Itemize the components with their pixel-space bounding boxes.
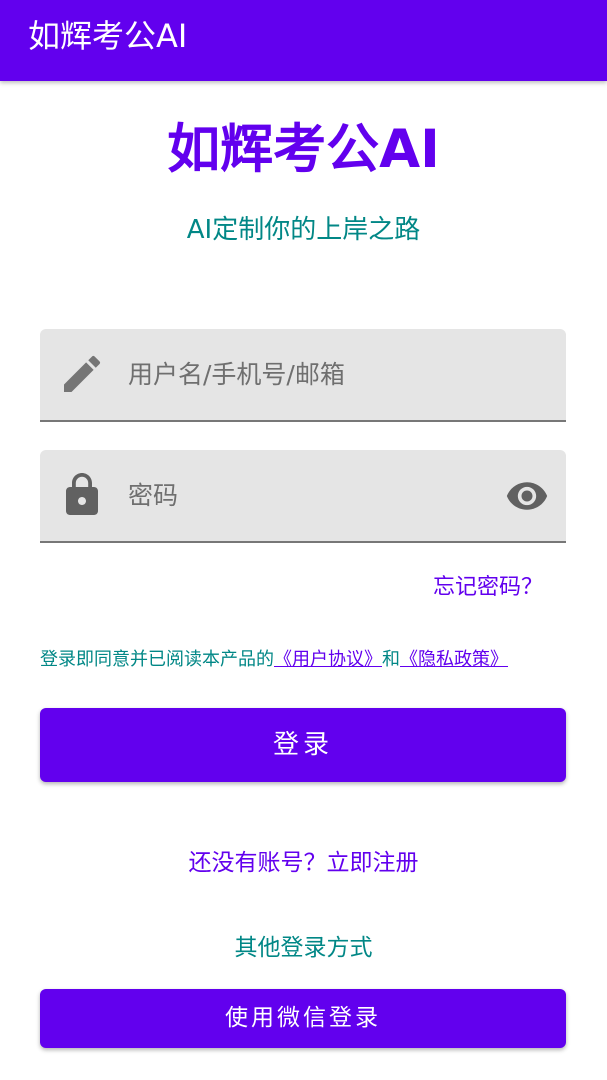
login-button[interactable]: 登录 xyxy=(40,708,566,782)
lock-icon xyxy=(66,473,98,515)
app-subtitle: AI定制你的上岸之路 xyxy=(186,215,421,245)
agreement-text: 登录即同意并已阅读本产品的《用户协议》和《隐私政策》 xyxy=(40,646,508,674)
register-link[interactable]: 还没有账号？立即注册 xyxy=(0,846,607,880)
agreement-prefix: 登录即同意并已阅读本产品的 xyxy=(40,649,274,670)
username-field[interactable] xyxy=(40,329,566,422)
other-login-label: 其他登录方式 xyxy=(234,935,373,961)
user-agreement-link[interactable]: 《用户协议》 xyxy=(274,649,382,670)
password-input[interactable] xyxy=(128,450,508,541)
privacy-policy-link[interactable]: 《隐私政策》 xyxy=(400,649,508,670)
password-field[interactable] xyxy=(40,450,566,543)
eye-icon[interactable] xyxy=(505,472,549,520)
app-bar-title: 如辉考公AI xyxy=(28,17,188,55)
username-input[interactable] xyxy=(128,329,508,420)
app-title: 如辉考公AI xyxy=(167,119,440,180)
pencil-icon xyxy=(64,355,101,392)
wechat-login-button[interactable]: 使用微信登录 xyxy=(40,989,566,1048)
forgot-password-link[interactable]: 忘记密码？ xyxy=(433,572,543,604)
app-bar: 如辉考公AI xyxy=(0,0,607,81)
agreement-conjunction: 和 xyxy=(382,649,400,670)
